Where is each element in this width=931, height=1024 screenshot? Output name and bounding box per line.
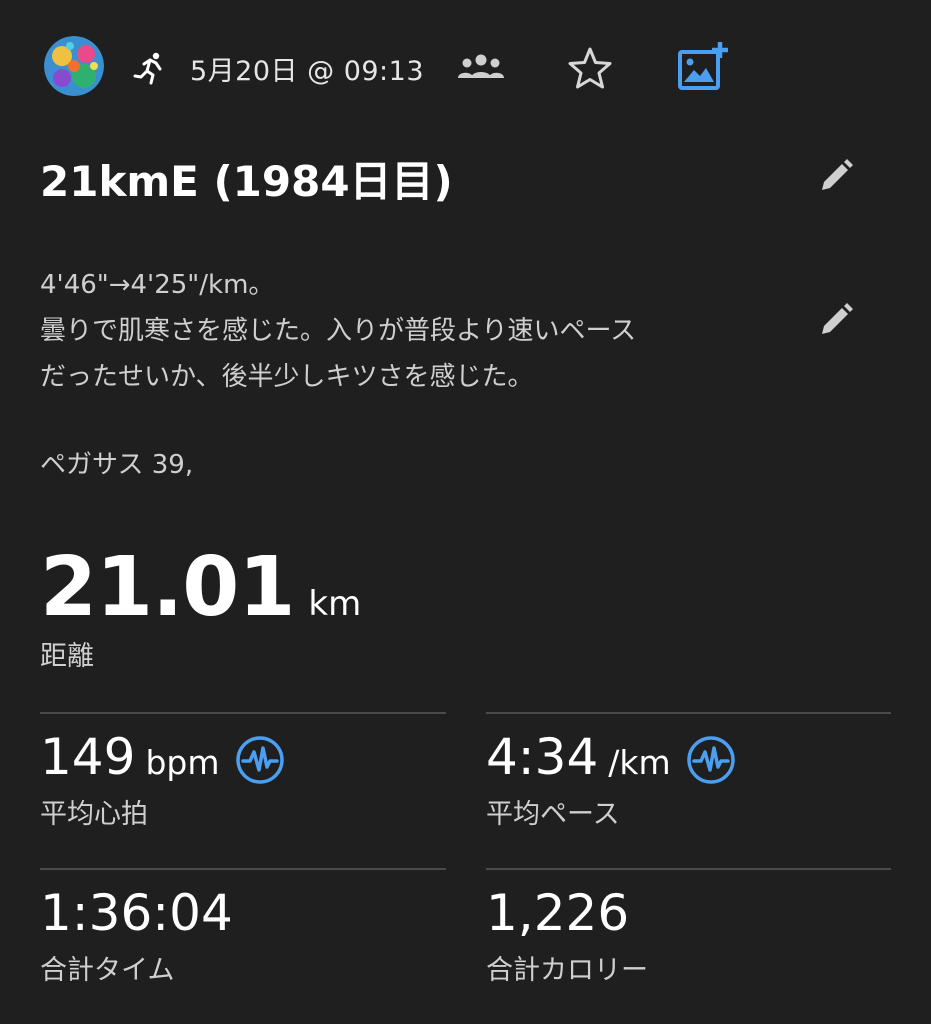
group-icon[interactable] — [456, 52, 506, 82]
avatar[interactable] — [44, 36, 104, 96]
activity-title: 21kmE (1984日目) — [40, 157, 453, 206]
distance-stat: 21.01 km — [40, 540, 361, 635]
divider — [486, 868, 891, 870]
pace-stat[interactable]: 4:34/km — [486, 728, 671, 786]
divider — [40, 712, 446, 714]
pace-unit: /km — [608, 743, 671, 782]
star-icon[interactable] — [566, 44, 614, 92]
running-icon — [132, 50, 168, 86]
edit-title-pencil-icon[interactable] — [818, 158, 854, 194]
calories-label: 合計カロリー — [486, 955, 648, 986]
distance-unit: km — [308, 584, 362, 624]
heart-rate-value: 149 — [40, 728, 136, 786]
heart-rate-unit: bpm — [145, 743, 220, 782]
heart-rate-stat[interactable]: 149 bpm — [40, 728, 219, 786]
add-photo-icon[interactable] — [676, 40, 730, 92]
description-line: 曇りで肌寒さを感じた。入りが普段より速いペース — [40, 316, 637, 346]
pace-label: 平均ペース — [486, 799, 620, 830]
total-time-value: 1:36:04 — [40, 884, 233, 942]
pace-value: 4:34 — [486, 728, 599, 786]
activity-detail-page: 5月20日 @ 09:13 21kmE (1984日目) 4'46"→4'25"… — [0, 0, 931, 1024]
activity-date: 5月20日 @ 09:13 — [190, 56, 425, 87]
calories-value: 1,226 — [486, 884, 630, 942]
activity-description: 4'46"→4'25"/km。 曇りで肌寒さを感じた。入りが普段より速いペース … — [40, 262, 636, 400]
heart-rate-label: 平均心拍 — [40, 799, 148, 830]
shoe-gear[interactable]: ペガサス 39, — [40, 444, 193, 481]
divider — [486, 712, 891, 714]
description-line: だったせいか、後半少しキツさを感じた。 — [40, 362, 534, 392]
description-line: 4'46"→4'25"/km。 — [40, 270, 275, 300]
distance-value: 21.01 — [40, 540, 295, 635]
edit-description-pencil-icon[interactable] — [818, 302, 854, 338]
distance-label: 距離 — [40, 641, 94, 672]
total-time-label: 合計タイム — [40, 955, 175, 986]
heart-rate-chart-icon[interactable] — [234, 734, 286, 786]
divider — [40, 868, 446, 870]
pace-chart-icon[interactable] — [685, 734, 737, 786]
